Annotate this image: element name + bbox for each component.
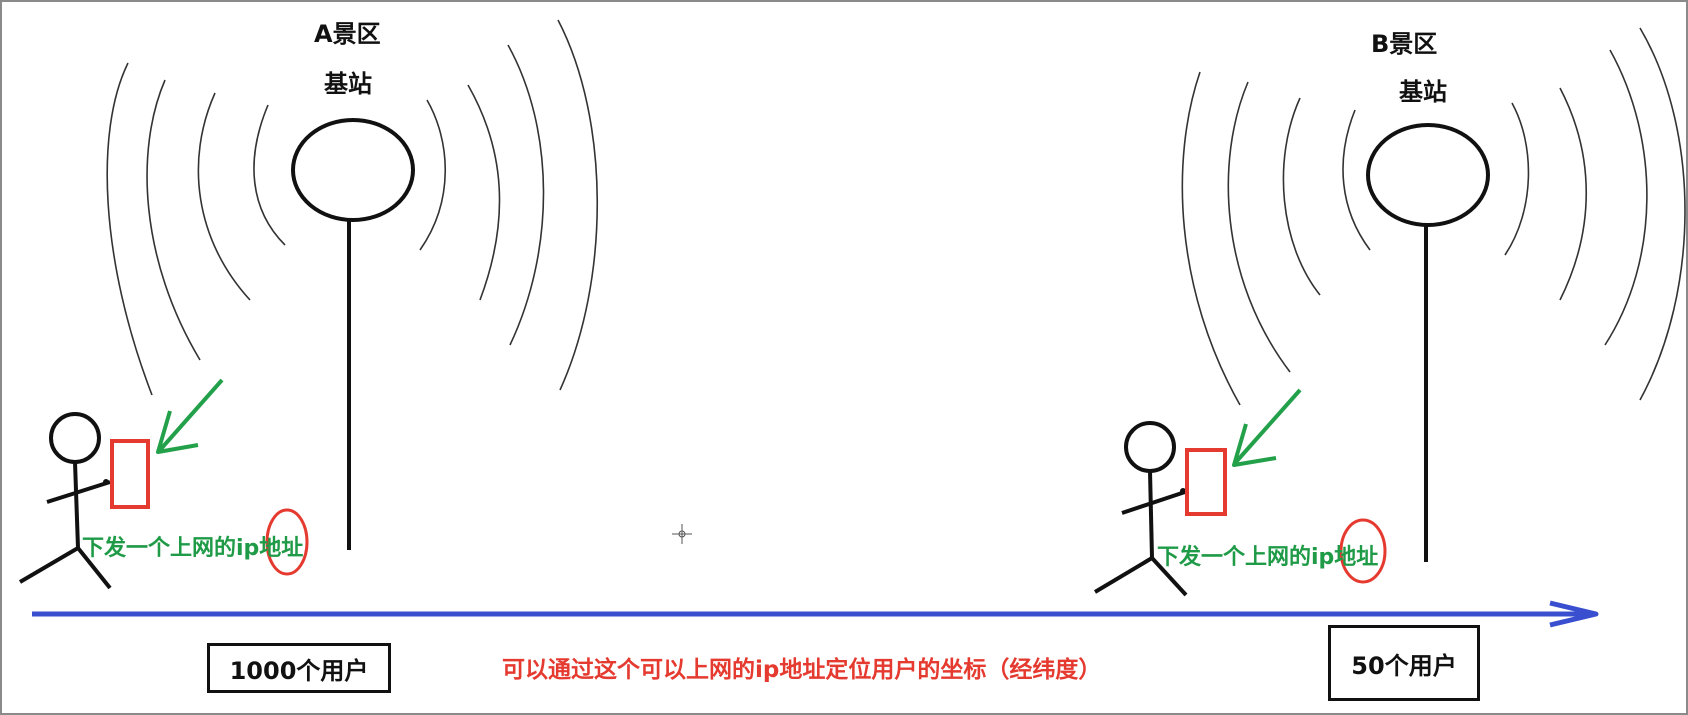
user-body-a bbox=[73, 461, 80, 549]
signal-wave-a-right-4 bbox=[557, 19, 599, 391]
signal-wave-b-right-2 bbox=[1559, 87, 1588, 301]
station-a-user-count: 1000个用户 bbox=[207, 643, 391, 693]
signal-wave-a-right-1 bbox=[419, 99, 446, 251]
user-body-b bbox=[1148, 470, 1154, 559]
diagram-drawing bbox=[0, 0, 1688, 715]
signal-wave-b-left-1 bbox=[1181, 71, 1241, 406]
signal-wave-b-left-4 bbox=[1342, 109, 1371, 251]
signal-wave-a-left-4 bbox=[253, 104, 286, 246]
signal-wave-a-left-2 bbox=[146, 79, 201, 361]
crosshair-cursor-icon bbox=[672, 524, 692, 544]
station-b-user-count: 50个用户 bbox=[1328, 625, 1480, 701]
signal-wave-b-left-2 bbox=[1227, 81, 1291, 373]
user-leg-left-b bbox=[1093, 556, 1154, 594]
user-head-b bbox=[1124, 421, 1176, 473]
antenna-head-a bbox=[291, 118, 415, 222]
signal-wave-a-left-3 bbox=[197, 92, 251, 301]
user-hand-a bbox=[103, 479, 109, 485]
user-arms-a bbox=[46, 480, 111, 504]
station-b-title: B景区 bbox=[1371, 30, 1438, 58]
station-a bbox=[18, 19, 599, 590]
caption: 可以通过这个可以上网的ip地址定位用户的坐标（经纬度） bbox=[502, 657, 1102, 683]
station-a-title: A景区 bbox=[314, 20, 381, 48]
user-leg-left-a bbox=[18, 546, 80, 584]
diagram-canvas: A景区 基站 下发一个上网的ip地址 1000个用户 B景区 基站 下发一个上网… bbox=[0, 0, 1688, 715]
signal-wave-b-right-3 bbox=[1604, 49, 1648, 346]
phone-b bbox=[1185, 448, 1227, 516]
frame-border bbox=[0, 0, 1688, 715]
station-a-user-count-label: 1000个用户 bbox=[229, 656, 369, 685]
station-b-subtitle: 基站 bbox=[1399, 78, 1447, 106]
phone-a bbox=[110, 439, 150, 509]
signal-wave-b-left-3 bbox=[1282, 97, 1321, 296]
station-a-note: 下发一个上网的ip地址 bbox=[82, 536, 304, 561]
signal-wave-a-right-2 bbox=[467, 84, 501, 301]
station-b-user-count-label: 50个用户 bbox=[1351, 651, 1457, 680]
station-a-subtitle: 基站 bbox=[324, 70, 372, 98]
station-b bbox=[1093, 27, 1686, 597]
signal-wave-b-right-1 bbox=[1504, 102, 1530, 256]
antenna-head-b bbox=[1366, 123, 1490, 227]
station-b-note: 下发一个上网的ip地址 bbox=[1157, 545, 1379, 570]
signal-wave-a-right-3 bbox=[507, 44, 545, 346]
signal-wave-a-left-1 bbox=[106, 62, 153, 396]
user-arms-b bbox=[1121, 490, 1186, 515]
user-head-a bbox=[49, 412, 101, 464]
